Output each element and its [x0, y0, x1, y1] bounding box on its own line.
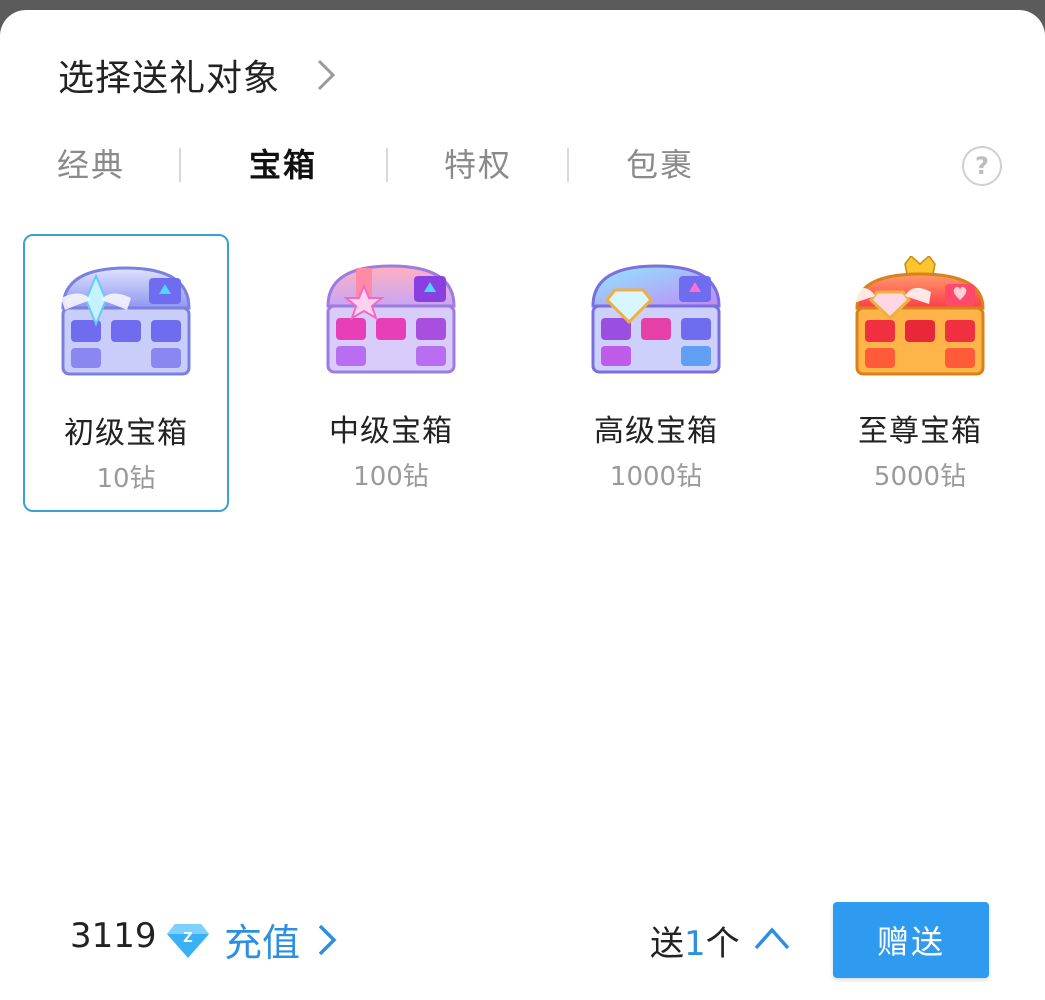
gift-name: 至尊宝箱: [858, 414, 982, 449]
gift-grid: 初级宝箱 10钻 中级宝箱 100钻 高级宝箱 1000钻 至尊宝箱 5000钻: [0, 234, 1045, 514]
gift-price: 10钻: [96, 464, 156, 494]
gift-price: 5000钻: [873, 462, 967, 492]
page-title: 选择送礼对象: [58, 58, 281, 99]
chevron-right-icon[interactable]: [306, 55, 346, 95]
tab-classic[interactable]: 经典: [57, 140, 125, 186]
gift-item-advanced-chest[interactable]: 高级宝箱 1000钻: [553, 234, 759, 512]
tab-divider: [386, 148, 388, 182]
svg-text:Z: Z: [183, 931, 192, 946]
gift-item-intermediate-chest[interactable]: 中级宝箱 100钻: [288, 234, 494, 512]
tab-privilege[interactable]: 特权: [444, 140, 512, 186]
chevron-up-icon[interactable]: [752, 922, 792, 956]
send-gift-button[interactable]: 赠送: [833, 902, 989, 978]
gift-panel: 选择送礼对象 经典 宝箱 特权 包裹 ? 初级宝箱 10钻 中级宝箱 100钻 …: [0, 10, 1045, 1000]
send-quantity[interactable]: 送1个: [650, 916, 740, 965]
tab-divider: [567, 148, 569, 182]
gift-tabs: 经典 宝箱 特权 包裹 ?: [0, 130, 1045, 202]
gift-price: 100钻: [353, 462, 429, 492]
chevron-right-icon[interactable]: [314, 922, 342, 958]
gift-item-supreme-chest[interactable]: 至尊宝箱 5000钻: [817, 234, 1023, 512]
treasure-chest-supreme-icon: [849, 256, 985, 376]
gift-name: 中级宝箱: [329, 414, 453, 449]
treasure-chest-advanced-icon: [591, 264, 721, 374]
diamond-balance: 3119: [70, 916, 157, 956]
diamond-icon: Z: [167, 924, 209, 958]
help-icon[interactable]: ?: [962, 146, 1002, 186]
tab-treasure-chest[interactable]: 宝箱: [249, 140, 317, 186]
gift-price: 1000钻: [609, 462, 703, 492]
send-count: 1: [684, 924, 706, 964]
send-prefix: 送: [650, 924, 684, 964]
treasure-chest-intermediate-icon: [326, 264, 456, 374]
send-suffix: 个: [705, 924, 740, 964]
treasure-chest-basic-icon: [61, 266, 191, 376]
recharge-link[interactable]: 充值: [224, 912, 300, 967]
gift-name: 高级宝箱: [594, 414, 718, 449]
tab-backpack[interactable]: 包裹: [626, 140, 694, 186]
gift-item-basic-chest[interactable]: 初级宝箱 10钻: [23, 234, 229, 512]
gift-name: 初级宝箱: [64, 416, 188, 451]
tab-divider: [179, 148, 181, 182]
footer-bar: 3119 Z 充值 送1个 赠送: [0, 900, 1045, 980]
select-recipient-row[interactable]: 选择送礼对象: [58, 50, 346, 100]
